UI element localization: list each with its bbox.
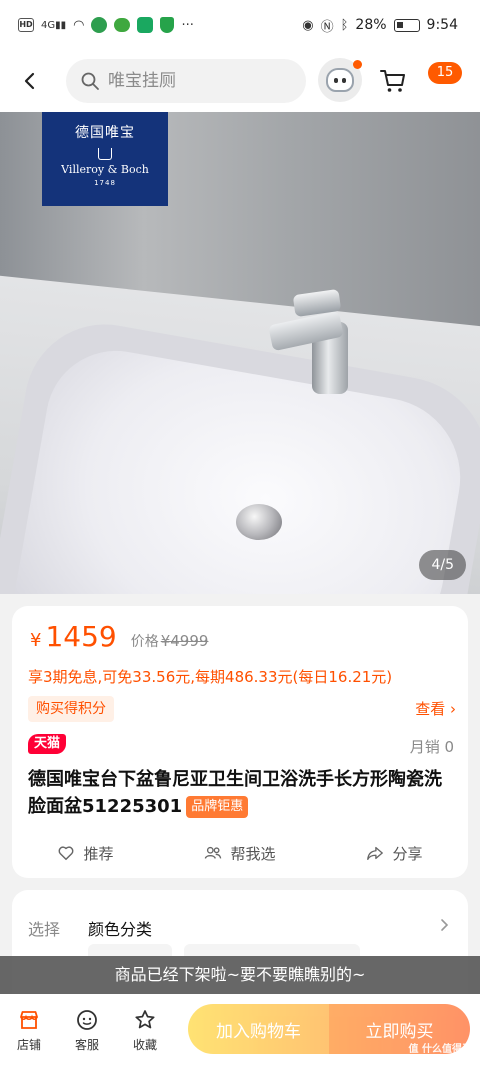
add-to-cart-button[interactable]: 加入购物车 <box>188 1004 329 1054</box>
help-choose-button[interactable]: 帮我选 <box>204 843 276 864</box>
people-icon <box>205 846 222 859</box>
robot-icon <box>326 68 354 92</box>
original-price-label: 价格 <box>130 634 159 650</box>
cart-icon[interactable] <box>378 66 408 96</box>
store-button[interactable]: 店铺 <box>0 994 58 1067</box>
top-bar: 15 <box>0 50 480 112</box>
more-menu-badge[interactable]: 15 <box>428 62 462 84</box>
clock: 9:54 <box>426 17 458 33</box>
notification-dot <box>353 60 362 69</box>
share-icon <box>367 846 384 860</box>
favorite-button[interactable]: 收藏 <box>116 994 174 1067</box>
share-button[interactable]: 分享 <box>366 843 423 864</box>
star-icon <box>135 1010 155 1029</box>
recommend-label: 推荐 <box>83 844 114 863</box>
chat-app-icon <box>137 17 154 33</box>
selection-label: 选择 <box>28 920 61 939</box>
original-price: ¥4999 <box>160 632 209 650</box>
battery-icon <box>393 18 420 32</box>
image-drain <box>236 504 282 540</box>
tmall-badge: 天猫 <box>28 734 67 754</box>
points-tag[interactable]: 购买得积分 <box>28 696 114 722</box>
nfc-icon: Ⓝ <box>320 19 334 35</box>
service-icon <box>77 1010 97 1030</box>
brand-crest-icon <box>98 148 112 160</box>
network-type-label: 4G <box>41 19 56 31</box>
assistant-avatar-button[interactable] <box>318 58 362 102</box>
bottom-action-bar: 店铺 客服 收藏 加入购物车 立即购买 <box>0 994 480 1067</box>
app-notification-icon <box>91 17 108 33</box>
installment-info[interactable]: 享3期免息,可免33.56元,每期486.33元(每日16.21元) <box>28 666 392 687</box>
brand-discount-tag[interactable]: 品牌钜惠 <box>186 796 249 818</box>
store-icon <box>20 1011 38 1029</box>
wifi-icon: ◠ <box>73 17 85 33</box>
offline-notice-banner[interactable]: 商品已经下架啦~要不要瞧瞧别的~ <box>0 956 480 994</box>
store-label: 店铺 <box>16 1038 41 1052</box>
shield-icon <box>160 17 175 33</box>
selection-value: 颜色分类 <box>88 920 153 939</box>
product-title: 德国唯宝台下盆鲁尼亚卫生间卫浴洗手长方形陶瓷洗脸面盆51225301 品牌钜惠 <box>28 766 458 820</box>
status-right: ◉ Ⓝ ᛒ 28% 9:54 <box>302 16 458 35</box>
chevron-left-icon <box>24 72 35 90</box>
brand-logo-cn: 德国唯宝 <box>75 125 135 141</box>
favorite-label: 收藏 <box>132 1038 157 1052</box>
brand-logo-year: 1748 <box>94 179 116 187</box>
heart-icon <box>59 846 74 861</box>
battery-percent: 28% <box>355 17 387 33</box>
search-icon <box>81 72 99 90</box>
currency-symbol: ¥ <box>30 630 42 651</box>
product-image-gallery[interactable]: 德国唯宝 Villeroy & Boch 1748 4/5 <box>0 112 480 594</box>
price-row: ¥ 1459 价格 ¥4999 <box>30 620 208 653</box>
status-bar: HD 4G▮▮ ◠ ··· ◉ Ⓝ ᛒ 28% 9:54 <box>0 0 480 50</box>
bluetooth-icon: ᛒ <box>340 17 349 33</box>
signal-icon: 4G▮▮ <box>41 19 67 31</box>
view-details-link[interactable]: 查看 › <box>415 698 456 719</box>
eye-icon: ◉ <box>302 17 314 33</box>
monthly-sales: 月销 0 <box>409 738 454 756</box>
customer-service-button[interactable]: 客服 <box>58 994 116 1067</box>
recommend-button[interactable]: 推荐 <box>57 843 114 864</box>
help-choose-label: 帮我选 <box>230 844 276 863</box>
status-left: HD 4G▮▮ ◠ ··· <box>18 17 194 33</box>
current-price: 1459 <box>45 620 117 653</box>
brand-logo: 德国唯宝 Villeroy & Boch 1748 <box>42 112 168 206</box>
watermark: 值 什么值得买 <box>408 1044 472 1055</box>
message-icon <box>114 18 131 32</box>
hd-icon: HD <box>18 18 34 32</box>
product-info-card: ¥ 1459 价格 ¥4999 享3期免息,可免33.56元,每期486.33元… <box>12 606 468 878</box>
action-row: 推荐 帮我选 分享 <box>12 838 468 868</box>
more-notifications-icon: ··· <box>181 17 194 33</box>
back-button[interactable] <box>0 50 60 112</box>
brand-logo-en: Villeroy & Boch <box>61 163 149 176</box>
image-counter: 4/5 <box>419 550 466 580</box>
service-label: 客服 <box>74 1038 99 1052</box>
search-input[interactable] <box>108 71 288 91</box>
share-label: 分享 <box>392 844 423 863</box>
search-box[interactable] <box>66 59 306 103</box>
chevron-right-icon <box>441 919 449 931</box>
